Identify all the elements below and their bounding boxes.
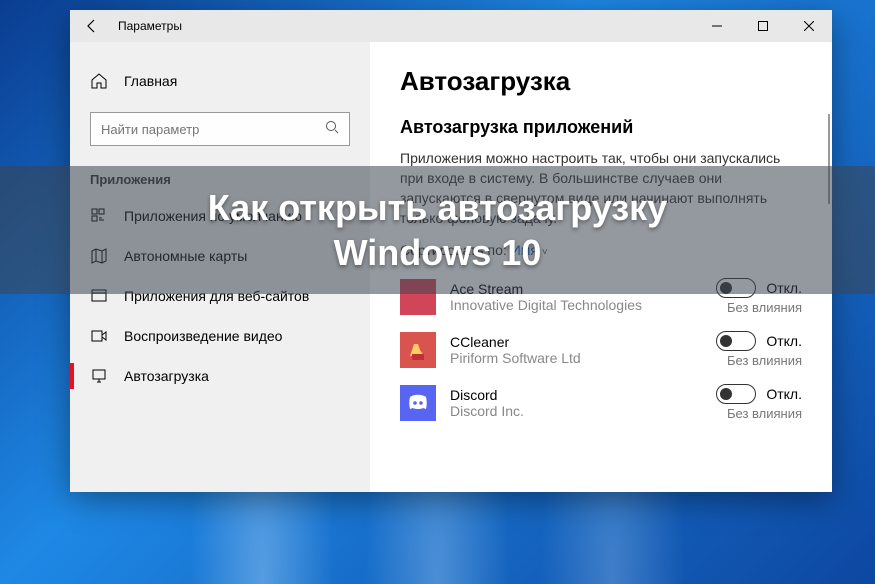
startup-icon xyxy=(90,367,108,385)
sidebar-item-label: Воспроизведение видео xyxy=(124,328,282,344)
sort-label: Сортировать по: xyxy=(400,242,507,258)
toggle-state: Откл. xyxy=(766,333,802,349)
sidebar-home-label: Главная xyxy=(124,73,177,89)
main-panel: Автозагрузка Автозагрузка приложений При… xyxy=(370,42,832,492)
settings-window: Параметры Главная xyxy=(70,10,832,492)
window-title: Параметры xyxy=(118,19,182,33)
app-publisher: Piriform Software Ltd xyxy=(450,350,702,366)
toggle-switch[interactable] xyxy=(716,278,756,298)
scrollbar[interactable] xyxy=(828,114,830,204)
app-row: Ace Stream Innovative Digital Technologi… xyxy=(400,270,802,323)
app-icon-discord xyxy=(400,385,436,421)
app-icon-acestream xyxy=(400,279,436,315)
app-name: Discord xyxy=(450,387,702,403)
chevron-down-icon: ˅ xyxy=(542,247,548,258)
minimize-button[interactable] xyxy=(694,10,740,42)
home-icon xyxy=(90,72,108,90)
sidebar-section-header: Приложения xyxy=(70,158,370,195)
app-row: CCleaner Piriform Software Ltd Откл. Без… xyxy=(400,323,802,376)
app-publisher: Innovative Digital Technologies xyxy=(450,297,702,313)
sort-row[interactable]: Сортировать по: Имя ˅ xyxy=(400,242,802,258)
page-heading: Автозагрузка xyxy=(400,66,802,97)
search-input[interactable] xyxy=(101,122,325,137)
sidebar-item-video-playback[interactable]: Воспроизведение видео xyxy=(70,317,370,355)
app-name: CCleaner xyxy=(450,334,702,350)
video-icon xyxy=(90,327,108,345)
sidebar-item-apps-for-websites[interactable]: Приложения для веб-сайтов xyxy=(70,277,370,315)
sort-value: Имя xyxy=(511,242,538,258)
sidebar-item-startup[interactable]: Автозагрузка xyxy=(70,357,370,395)
default-apps-icon xyxy=(90,207,108,225)
sidebar-item-label: Автономные карты xyxy=(124,248,247,264)
sidebar-item-label: Приложения по умолчанию xyxy=(124,208,302,224)
toggle-state: Откл. xyxy=(766,280,802,296)
close-button[interactable] xyxy=(786,10,832,42)
sidebar-item-label: Автозагрузка xyxy=(124,368,209,384)
toggle-switch[interactable] xyxy=(716,331,756,351)
app-impact: Без влияния xyxy=(716,406,802,421)
search-icon xyxy=(325,120,339,139)
app-impact: Без влияния xyxy=(716,353,802,368)
titlebar: Параметры xyxy=(70,10,832,42)
page-description: Приложения можно настроить так, чтобы он… xyxy=(400,148,800,228)
sidebar-item-offline-maps[interactable]: Автономные карты xyxy=(70,237,370,275)
page-subheading: Автозагрузка приложений xyxy=(400,117,802,138)
sidebar: Главная Приложения Приложения по умолчан… xyxy=(70,42,370,492)
sidebar-item-label: Приложения для веб-сайтов xyxy=(124,288,309,304)
app-impact: Без влияния xyxy=(716,300,802,315)
search-box[interactable] xyxy=(90,112,350,146)
app-row: Discord Discord Inc. Откл. Без влияния xyxy=(400,376,802,429)
app-publisher: Discord Inc. xyxy=(450,403,702,419)
app-icon-ccleaner xyxy=(400,332,436,368)
sidebar-item-default-apps[interactable]: Приложения по умолчанию xyxy=(70,197,370,235)
sidebar-home[interactable]: Главная xyxy=(70,62,370,100)
back-button[interactable] xyxy=(70,10,114,42)
toggle-switch[interactable] xyxy=(716,384,756,404)
maps-icon xyxy=(90,247,108,265)
maximize-button[interactable] xyxy=(740,10,786,42)
web-apps-icon xyxy=(90,287,108,305)
toggle-state: Откл. xyxy=(766,386,802,402)
app-name: Ace Stream xyxy=(450,281,702,297)
